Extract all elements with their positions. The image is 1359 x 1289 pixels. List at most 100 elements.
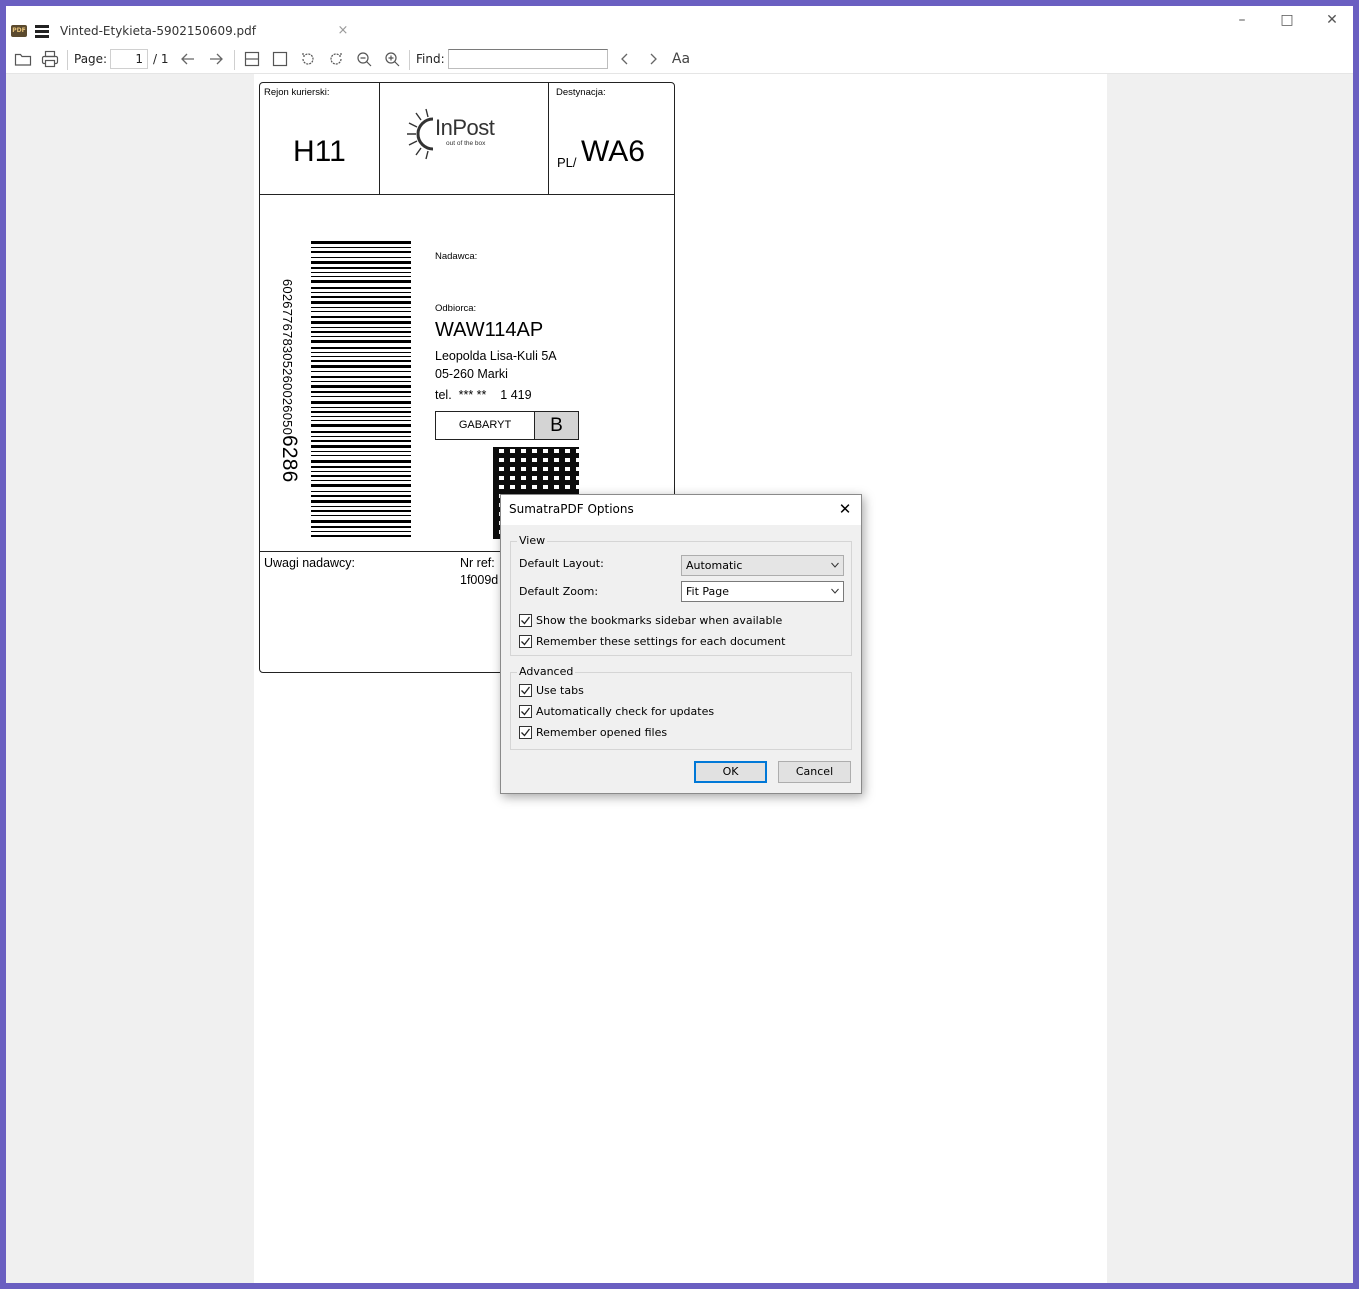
barcode-bar (311, 280, 411, 284)
rotate-right-icon[interactable] (325, 47, 347, 71)
check-updates-checkbox[interactable]: Automatically check for updates (519, 704, 714, 720)
tab-close-button[interactable]: × (336, 21, 350, 41)
size-value: B (534, 411, 579, 440)
barcode-bar (311, 351, 411, 353)
ref-label: Nr ref: (460, 556, 495, 570)
zoom-in-icon[interactable] (381, 47, 403, 71)
barcode-bar (311, 455, 411, 457)
barcode-bar (311, 272, 411, 274)
open-folder-icon[interactable] (12, 47, 34, 71)
logo-tagline: out of the box (446, 140, 486, 147)
title-bar: PDF Vinted-Etykieta-5902150609.pdf × – □… (6, 6, 1353, 42)
layout-label: Default Layout: (519, 557, 604, 570)
next-page-icon[interactable] (205, 47, 227, 71)
barcode-bar (311, 315, 411, 318)
barcode-bar (311, 480, 411, 482)
barcode-digits-tail: 6286 (278, 435, 301, 483)
match-case-icon[interactable]: Aa (669, 47, 693, 71)
barcode-bar (311, 311, 411, 313)
toolbar-separator (234, 50, 235, 70)
checkbox-label: Use tabs (536, 684, 584, 697)
menu-hamburger-icon[interactable] (35, 25, 49, 38)
size-label: GABARYT (435, 411, 535, 440)
view-legend: View (517, 534, 548, 547)
barcode-bar (311, 384, 411, 388)
single-page-icon[interactable] (269, 47, 291, 71)
barcode-bar (311, 320, 411, 324)
checkbox-label: Remember opened files (536, 726, 668, 739)
remember-files-checkbox[interactable]: Remember opened files (519, 725, 667, 741)
barcode-bar (311, 365, 411, 369)
close-window-button[interactable]: ✕ (1309, 6, 1353, 34)
destination-value: WA6 (581, 135, 645, 168)
dialog-title: SumatraPDF Options (509, 502, 634, 516)
zoom-select[interactable]: Fit Page (681, 581, 844, 602)
region-cell: Rejon kurierski: H11 (260, 83, 380, 195)
layout-select[interactable]: Automatic (681, 555, 844, 576)
barcode-bar (311, 515, 411, 517)
barcode-bar (311, 266, 411, 269)
barcode-bar (311, 406, 411, 408)
barcode-bar (311, 251, 411, 254)
zoom-out-icon[interactable] (353, 47, 375, 71)
zoom-label: Default Zoom: (519, 585, 599, 598)
maximize-button[interactable]: □ (1264, 6, 1310, 34)
barcode-bar (311, 510, 411, 513)
bookmarks-sidebar-checkbox[interactable]: Show the bookmarks sidebar when availabl… (519, 613, 782, 629)
ok-button[interactable]: OK (694, 761, 767, 783)
barcode-bar (311, 439, 411, 442)
barcode-bar (311, 276, 411, 278)
print-icon[interactable] (39, 47, 61, 71)
sender-label: Nadawca: (435, 251, 478, 262)
address-line-2: 05-260 Marki (435, 367, 508, 381)
barcode-bar (311, 475, 411, 478)
barcode-bar (311, 416, 411, 418)
prev-page-icon[interactable] (177, 47, 199, 71)
barcode-bar (311, 291, 411, 293)
find-prev-icon[interactable] (614, 47, 636, 71)
find-input[interactable] (448, 49, 608, 69)
barcode-bar (311, 490, 411, 492)
document-canvas[interactable]: Rejon kurierski: H11 InPost out of the b… (6, 74, 1353, 1283)
find-next-icon[interactable] (642, 47, 664, 71)
checkbox-label: Show the bookmarks sidebar when availabl… (536, 614, 783, 627)
remember-settings-checkbox[interactable]: Remember these settings for each documen… (519, 634, 785, 650)
minimize-button[interactable]: – (1219, 6, 1265, 34)
barcode-bar (311, 295, 411, 298)
checkbox-label: Remember these settings for each documen… (536, 635, 786, 648)
barcode-digits: 602677678305260026050 (280, 279, 295, 436)
barcode-bar (311, 459, 411, 463)
barcode-bar (311, 326, 411, 328)
use-tabs-checkbox[interactable]: Use tabs (519, 683, 584, 699)
barcode-bar (311, 451, 411, 453)
barcode (311, 241, 411, 538)
barcode-bar (311, 346, 411, 349)
options-dialog: SumatraPDF Options ✕ View Default Layout… (500, 494, 862, 794)
cancel-button[interactable]: Cancel (778, 761, 851, 783)
destination-prefix: PL/ (557, 155, 577, 170)
continuous-view-icon[interactable] (241, 47, 263, 71)
barcode-bar (311, 286, 411, 289)
page-number-input[interactable]: 1 (110, 49, 148, 69)
rotate-left-icon[interactable] (297, 47, 319, 71)
region-value: H11 (293, 135, 346, 168)
phone-number: tel. *** ** 1 419 (435, 388, 532, 402)
barcode-bar (311, 530, 411, 532)
dialog-close-icon[interactable]: ✕ (835, 499, 855, 519)
app-logo-icon: PDF (11, 25, 27, 37)
barcode-bar (311, 470, 411, 472)
barcode-bar (311, 445, 411, 449)
checkbox-label: Automatically check for updates (536, 705, 715, 718)
barcode-bar (311, 484, 411, 488)
document-tab[interactable]: Vinted-Etykieta-5902150609.pdf (54, 19, 356, 43)
barcode-bar (311, 375, 411, 378)
barcode-bar (311, 247, 411, 249)
barcode-number: 6026776783052600260506286 (278, 279, 301, 499)
tab-title: Vinted-Etykieta-5902150609.pdf (60, 24, 256, 38)
app-window: PDF Vinted-Etykieta-5902150609.pdf × – □… (6, 6, 1353, 1283)
barcode-bar (311, 355, 411, 357)
checkmark-icon (519, 726, 532, 739)
advanced-legend: Advanced (517, 665, 576, 678)
layout-select-value: Automatic (686, 559, 743, 572)
inpost-logo: InPost out of the box (406, 103, 506, 165)
